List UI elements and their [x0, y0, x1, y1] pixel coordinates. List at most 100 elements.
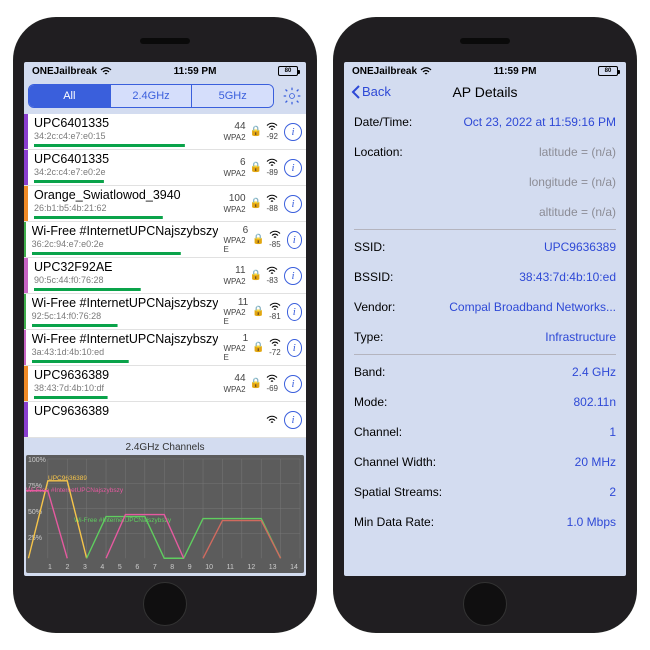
network-row[interactable]: Orange_Swiatlowod_3940 26:b1:b5:4b:21:62… [24, 186, 306, 222]
detail-value: Oct 23, 2022 at 11:59:16 PM [463, 115, 616, 129]
ssid-label: Wi-Free #InternetUPCNajszybszy [32, 297, 219, 311]
detail-row: Date/Time:Oct 23, 2022 at 11:59:16 PM [354, 107, 616, 137]
detail-key: BSSID: [354, 270, 393, 284]
detail-key: Mode: [354, 395, 387, 409]
info-button[interactable]: i [284, 195, 302, 213]
lock-icon: 🔒 [250, 126, 262, 137]
home-button[interactable] [143, 582, 187, 626]
status-bar: ONEJailbreak 11:59 PM 80 [24, 62, 306, 80]
network-row[interactable]: UPC32F92AE 90:5c:44:f0:76:28 11WPA2 🔒 -8… [24, 258, 306, 294]
channel-value: 100 [229, 193, 246, 205]
network-row[interactable]: UPC9636389 38:43:7d:4b:10:df 44WPA2 🔒 -6… [24, 366, 306, 402]
ssid-label: UPC6401335 [34, 117, 218, 131]
network-list[interactable]: UPC6401335 34:2c:c4:e7:e0:15 44WPA2 🔒 -9… [24, 114, 306, 438]
ssid-label: UPC9636389 [34, 369, 218, 383]
info-button[interactable]: i [284, 411, 302, 429]
info-button[interactable]: i [284, 159, 302, 177]
rssi-value: -85 [269, 240, 281, 249]
ssid-label: UPC32F92AE [34, 261, 218, 275]
detail-row: Mode: 802.11n [354, 387, 616, 417]
wifi-icon [266, 122, 278, 132]
battery-icon: 80 [598, 66, 618, 76]
signal-bar [34, 216, 218, 219]
detail-key: Channel Width: [354, 455, 436, 469]
security-label: WPA2 [223, 277, 245, 286]
detail-key: Type: [354, 330, 383, 344]
bssid-label: 92:5c:14:f0:76:28 [32, 312, 219, 322]
info-button[interactable]: i [287, 339, 302, 357]
info-button[interactable]: i [287, 231, 302, 249]
segment-5ghz[interactable]: 5GHz [191, 85, 273, 107]
chart-canvas [26, 455, 304, 572]
detail-value: 2.4 GHz [572, 365, 616, 379]
wifi-status-icon [420, 67, 432, 76]
bssid-label: 38:43:7d:4b:10:df [34, 384, 218, 394]
detail-value: 802.11n [574, 395, 617, 409]
lock-icon: 🔒 [250, 162, 262, 173]
signal-bar [34, 421, 253, 424]
ssid-label: Wi-Free #InternetUPCNajszybszy [32, 333, 219, 347]
signal-bar [34, 180, 218, 183]
info-button[interactable]: i [284, 267, 302, 285]
detail-key: SSID: [354, 240, 385, 254]
detail-key: Spatial Streams: [354, 485, 442, 499]
network-row[interactable]: UPC9636389 i [24, 402, 306, 438]
info-button[interactable]: i [287, 303, 302, 321]
channel-chart: 100% 75% 50% 25% UPC9636389 Wi-Free #Int… [26, 455, 304, 573]
detail-row: Vendor:Compal Broadband Networks... [354, 292, 616, 322]
ap-details-list[interactable]: Date/Time:Oct 23, 2022 at 11:59:16 PM Loc… [344, 107, 626, 537]
info-button[interactable]: i [284, 123, 302, 141]
network-row[interactable]: Wi-Free #InternetUPCNajszybszy 92:5c:14:… [24, 294, 306, 330]
clock: 11:59 PM [174, 66, 217, 77]
signal-bar [34, 144, 218, 147]
security-label: WPA2 E [223, 344, 248, 362]
segment-24ghz[interactable]: 2.4GHz [110, 85, 192, 107]
bssid-label: 90:5c:44:f0:76:28 [34, 276, 218, 286]
network-row[interactable]: Wi-Free #InternetUPCNajszybszy 3a:43:1d:… [24, 330, 306, 366]
chart-title: 2.4GHz Channels [26, 442, 304, 453]
bssid-label: 36:2c:94:e7:e0:2e [32, 240, 219, 250]
info-button[interactable]: i [284, 375, 302, 393]
band-segmented-control[interactable]: All 2.4GHz 5GHz [28, 84, 274, 108]
detail-row: BSSID:38:43:7d:4b:10:ed [354, 262, 616, 292]
wifi-icon [266, 415, 278, 425]
settings-gear-icon[interactable] [282, 86, 302, 106]
channel-value: 6 [243, 225, 249, 237]
bssid-label: 34:2c:c4:e7:e0:2e [34, 168, 218, 178]
detail-row: Channel Width: 20 MHz [354, 447, 616, 477]
separator [354, 229, 616, 230]
bssid-label: 34:2c:c4:e7:e0:15 [34, 132, 218, 142]
ssid-label: UPC6401335 [34, 153, 218, 167]
security-label: WPA2 [223, 169, 245, 178]
detail-key: Location: [354, 145, 403, 159]
detail-row: Channel:1 [354, 417, 616, 447]
detail-value: 1 [609, 425, 616, 439]
rssi-value: -89 [266, 168, 278, 177]
ssid-label: UPC9636389 [34, 405, 253, 419]
back-button[interactable]: Back [350, 84, 391, 99]
home-button[interactable] [463, 582, 507, 626]
detail-value: 20 MHz [575, 455, 616, 469]
chevron-left-icon [350, 85, 362, 99]
network-row[interactable]: UPC6401335 34:2c:c4:e7:e0:2e 6WPA2 🔒 -89… [24, 150, 306, 186]
ssid-label: Orange_Swiatlowod_3940 [34, 189, 218, 203]
wifi-icon [266, 374, 278, 384]
signal-bar [32, 252, 219, 255]
detail-key: Vendor: [354, 300, 395, 314]
detail-value: Infrastructure [545, 330, 616, 344]
carrier-label: ONEJailbreak [352, 66, 417, 77]
rssi-value: -81 [269, 312, 281, 321]
detail-value: latitude = (n/a) [539, 145, 616, 159]
network-row[interactable]: UPC6401335 34:2c:c4:e7:e0:15 44WPA2 🔒 -9… [24, 114, 306, 150]
security-label: WPA2 [223, 133, 245, 142]
signal-bar [34, 288, 218, 291]
lock-icon: 🔒 [250, 198, 262, 209]
phone-right: ONEJailbreak 11:59 PM 80 Back AP Details… [334, 18, 636, 632]
wifi-icon [269, 302, 281, 312]
rssi-value: -72 [269, 348, 281, 357]
detail-value: altitude = (n/a) [539, 205, 616, 219]
screen-left: ONEJailbreak 11:59 PM 80 All 2.4GHz 5GHz… [24, 62, 306, 576]
network-row[interactable]: Wi-Free #InternetUPCNajszybszy 36:2c:94:… [24, 222, 306, 258]
segment-all[interactable]: All [29, 85, 110, 107]
detail-value: 2 [609, 485, 616, 499]
